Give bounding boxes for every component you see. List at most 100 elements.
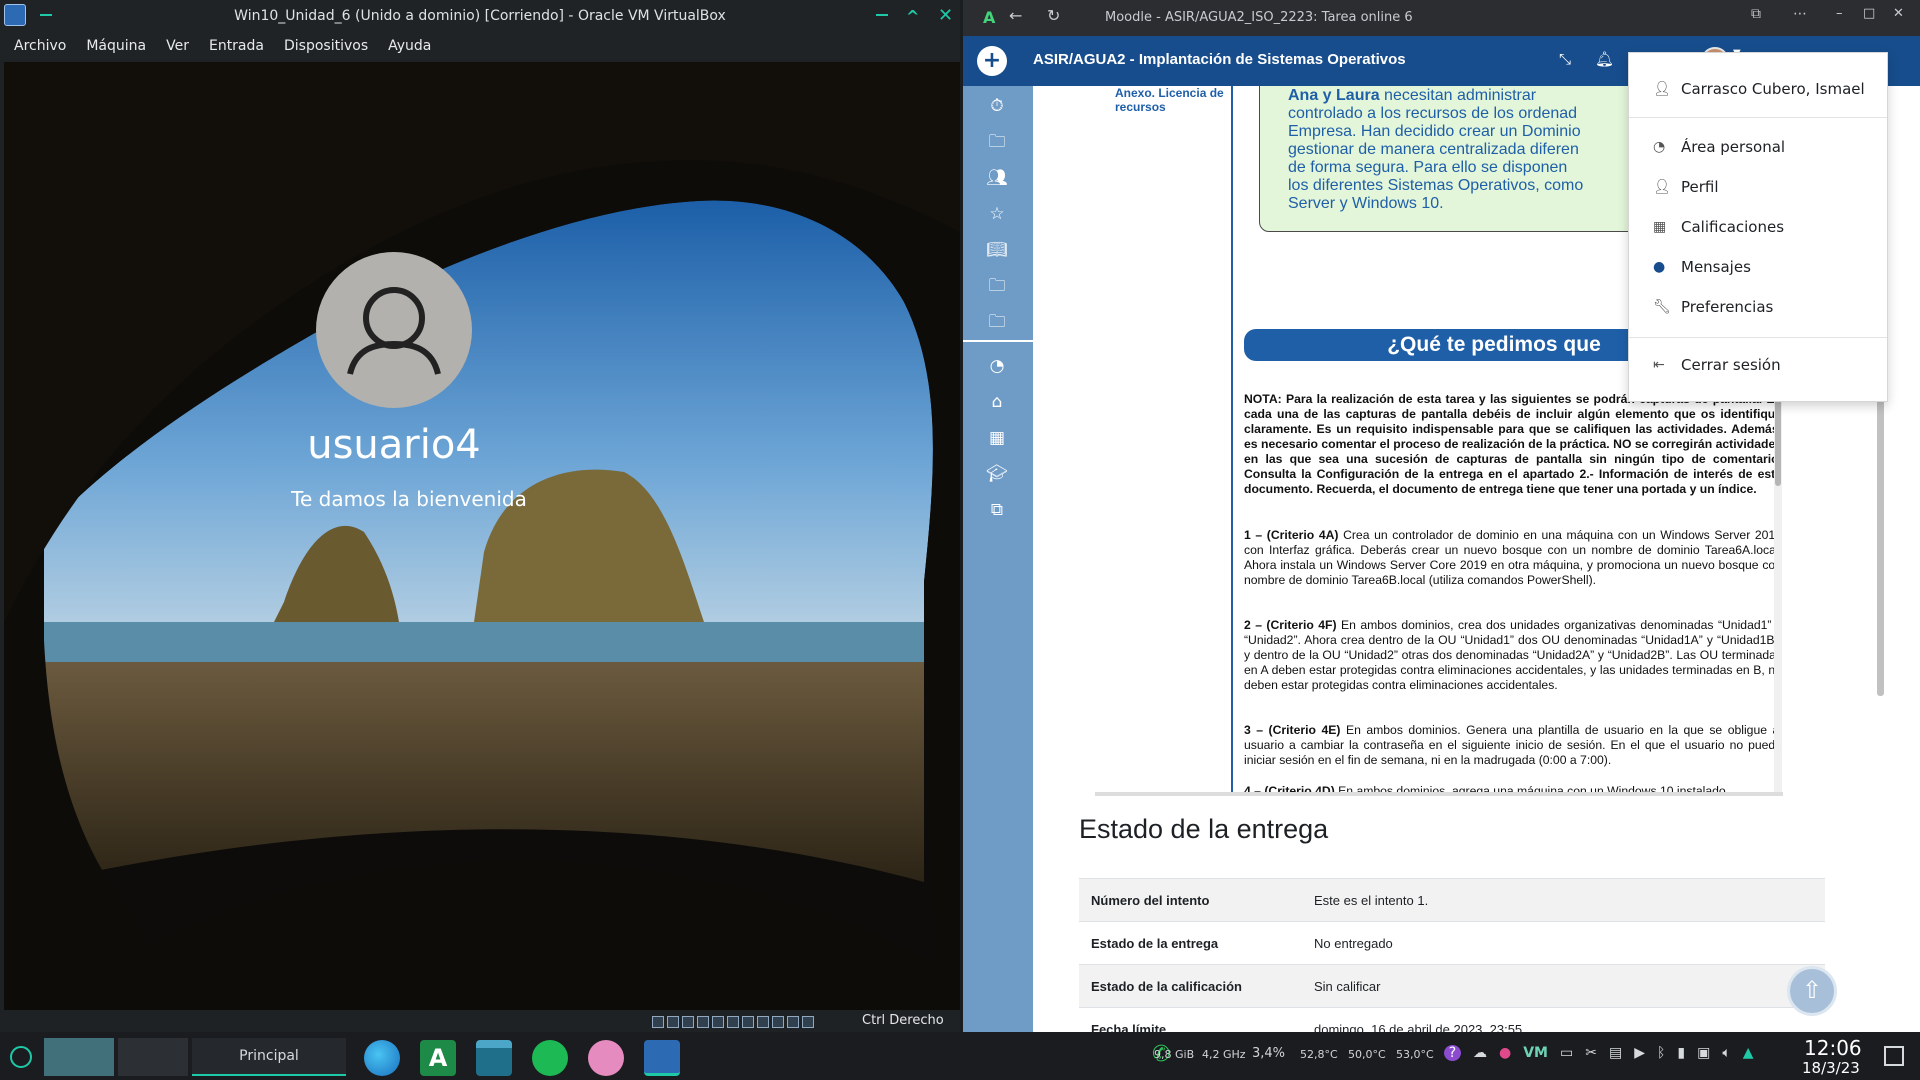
hdd-icon[interactable] [652, 1015, 664, 1028]
moodle-icon[interactable]: A [420, 1040, 456, 1076]
menu-maquina[interactable]: Máquina [86, 38, 146, 54]
star-icon[interactable]: ☆ [985, 202, 1009, 226]
submission-status-table: Número del intento Este es el intento 1. … [1079, 878, 1825, 1032]
menu-item-perfil[interactable]: 👤︎ Perfil [1629, 169, 1887, 205]
add-icon[interactable]: + [977, 46, 1007, 76]
cpu-frequency: 4,2 GHz [1202, 1048, 1246, 1061]
browser-tab-title: Moodle - ASIR/AGUA2_ISO_2223: Tarea onli… [1105, 10, 1413, 25]
network-icon[interactable]: ▣ [1697, 1045, 1710, 1061]
vm-display[interactable]: usuario4 Te damos la bienvenida [4, 62, 960, 1010]
reload-icon[interactable]: ↻ [1047, 6, 1060, 25]
file-manager-icon[interactable] [476, 1040, 512, 1076]
menu-item-area-personal[interactable]: ◔ Área personal [1629, 129, 1887, 165]
pager-desktop-1[interactable] [44, 1038, 114, 1076]
calendar-icon[interactable]: ▦ [985, 426, 1009, 450]
keyboard-icon[interactable] [802, 1015, 814, 1028]
help-icon[interactable]: ? [1444, 1045, 1461, 1061]
clipboard-icon[interactable]: ▤ [1609, 1045, 1622, 1061]
optical-drive-icon[interactable] [667, 1015, 679, 1028]
battery-icon[interactable]: ▮ [1677, 1045, 1685, 1061]
usb-icon[interactable] [712, 1015, 724, 1028]
menu-ayuda[interactable]: Ayuda [388, 38, 431, 54]
home-icon[interactable]: ⌂ [985, 390, 1009, 414]
doc-toc-link[interactable]: Anexo. Licencia de recursos [1115, 86, 1235, 114]
temperature-3: 53,0°C [1396, 1048, 1434, 1061]
temperature-1: 52,8°C [1300, 1048, 1338, 1061]
tools-icon[interactable]: ✂ [1585, 1045, 1597, 1061]
audio-icon[interactable] [682, 1015, 694, 1028]
more-menu-icon[interactable]: ⋯ [1793, 6, 1807, 22]
dashboard-icon[interactable]: ◔ [985, 354, 1009, 378]
browser-titlebar[interactable]: A ← ↻ Moodle - ASIR/AGUA2_ISO_2223: Tare… [963, 0, 1920, 36]
window-minimize-button[interactable]: – [1836, 6, 1843, 21]
menu-item-mensajes[interactable]: ● Mensajes [1629, 249, 1887, 285]
virtualbox-window: Win10_Unidad_6 (Unido a dominio) [Corrie… [0, 0, 960, 1032]
bell-icon[interactable]: 🔔︎ [1595, 50, 1614, 68]
status-heading: Estado de la entrega [1079, 814, 1329, 844]
recording-icon[interactable] [757, 1015, 769, 1028]
criterion-2: 2 – (Criterio 4F) En ambos dominios, cre… [1244, 618, 1782, 692]
menu-item-preferencias[interactable]: 🔧︎ Preferencias [1629, 289, 1887, 325]
back-icon[interactable]: ← [1009, 6, 1022, 25]
virtualbox-icon[interactable] [644, 1040, 680, 1076]
chat-app-icon[interactable] [588, 1040, 624, 1076]
app-launcher-icon[interactable] [10, 1046, 32, 1068]
menu-item-calificaciones[interactable]: ▦ Calificaciones [1629, 209, 1887, 245]
cloud-icon[interactable]: ☁ [1473, 1045, 1487, 1061]
cast-icon[interactable]: ⧉ [1751, 6, 1761, 22]
terminal-icon[interactable]: ▭ [1560, 1045, 1573, 1061]
window-close-button[interactable]: ✕ [1893, 6, 1904, 21]
bluetooth-icon[interactable]: ᛒ [1657, 1045, 1665, 1061]
menu-ver[interactable]: Ver [166, 38, 189, 54]
criterion-1: 1 – (Criterio 4A) Crea un controlador de… [1244, 528, 1782, 587]
menu-item-logout[interactable]: ⇤ Cerrar sesión [1629, 347, 1887, 383]
folder-icon[interactable]: 🗀 [985, 274, 1009, 298]
show-desktop-icon[interactable] [1884, 1046, 1904, 1066]
memory-usage: 9,8 GiB [1154, 1048, 1195, 1061]
folder-icon[interactable]: 🗀 [985, 130, 1009, 154]
lock-welcome: Te damos la bienvenida [291, 487, 527, 511]
users-icon[interactable]: 👥︎ [985, 166, 1009, 190]
back-to-top-button[interactable]: ⇧ [1787, 966, 1837, 1016]
user-icon: 👤︎ [1653, 81, 1671, 97]
files-icon[interactable]: ⧉ [985, 498, 1009, 522]
folder-icon[interactable]: 🗀 [985, 310, 1009, 334]
logout-icon: ⇤ [1653, 357, 1665, 373]
mouse-integration-icon[interactable] [787, 1015, 799, 1028]
menu-archivo[interactable]: Archivo [14, 38, 66, 54]
clock-date[interactable]: 18/3/23 [1802, 1059, 1860, 1077]
activity-principal[interactable]: Principal [192, 1038, 346, 1076]
spotify-icon[interactable] [532, 1040, 568, 1076]
volume-icon[interactable]: 🔈︎ [1722, 1045, 1730, 1061]
network-icon[interactable] [697, 1015, 709, 1028]
window-close-button[interactable]: ✕ [938, 5, 953, 26]
doc-toc-border [1231, 86, 1233, 792]
book-icon[interactable]: 📖︎ [985, 238, 1009, 262]
menu-divider [1629, 117, 1887, 118]
expand-tray-icon[interactable]: ▲ [1743, 1045, 1754, 1061]
menu-entrada[interactable]: Entrada [209, 38, 264, 54]
cpu-icon[interactable] [772, 1015, 784, 1028]
window-maximize-button[interactable]: ^ [906, 7, 919, 26]
doc-hscrollbar[interactable] [1095, 792, 1783, 796]
vpn-icon[interactable]: VM [1523, 1045, 1548, 1061]
table-icon: ▦ [1653, 219, 1667, 235]
color-picker-icon[interactable]: ● [1499, 1045, 1511, 1061]
pager-desktop-2[interactable] [118, 1038, 188, 1076]
clock-time[interactable]: 12:06 [1804, 1036, 1862, 1060]
display-icon[interactable] [742, 1015, 754, 1028]
lockscreen-background [4, 62, 960, 1010]
vbox-titlebar[interactable]: Win10_Unidad_6 (Unido a dominio) [Corrie… [0, 0, 960, 32]
shared-folder-icon[interactable] [727, 1015, 739, 1028]
media-icon[interactable]: ▶ [1634, 1045, 1645, 1061]
window-maximize-button[interactable]: □ [1863, 6, 1875, 21]
menu-dispositivos[interactable]: Dispositivos [284, 38, 368, 54]
expand-icon[interactable]: ⤡ [1559, 50, 1571, 68]
edge-icon[interactable] [364, 1040, 400, 1076]
user-menu-name[interactable]: 👤︎ Carrasco Cubero, Ismael [1629, 71, 1887, 107]
clock-icon[interactable]: ⏱ [985, 94, 1009, 118]
graduation-cap-icon[interactable]: 🎓︎ [985, 462, 1009, 486]
course-title[interactable]: ASIR/AGUA2 - Implantación de Sistemas Op… [1033, 51, 1406, 68]
window-minimize-button[interactable] [876, 14, 888, 16]
user-avatar[interactable] [316, 252, 472, 408]
